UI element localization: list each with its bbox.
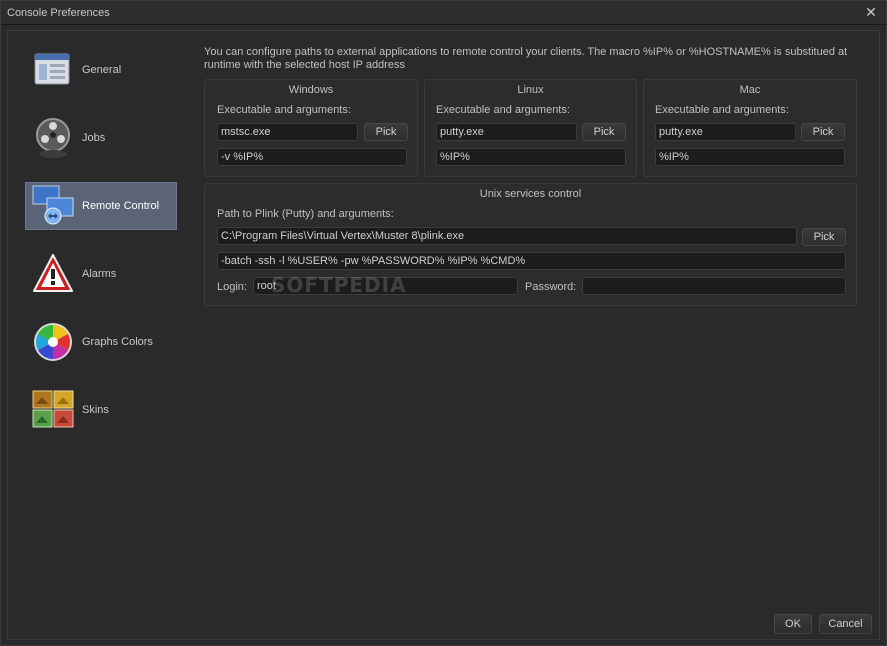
linux-group: Linux Executable and arguments: putty.ex… [424,79,637,177]
sidebar-item-label: Skins [82,404,109,416]
linux-args-input[interactable]: %IP% [436,148,626,166]
windows-pick-button[interactable]: Pick [364,123,408,141]
skins-icon [30,387,76,433]
color-wheel-icon [30,319,76,365]
linux-exe-input[interactable]: putty.exe [436,123,577,141]
category-sidebar: General Jobs Remote Control Alarms Graph… [25,46,177,454]
mac-group: Mac Executable and arguments: putty.exe … [643,79,857,177]
plink-path-input[interactable]: C:\Program Files\Virtual Vertex\Muster 8… [217,227,797,245]
password-input[interactable] [582,277,846,295]
window-icon [30,47,76,93]
window-title: Console Preferences [7,7,110,19]
mac-args-input[interactable]: %IP% [655,148,845,166]
intro-line-1: You can configure paths to external appl… [204,46,848,58]
plink-pick-button[interactable]: Pick [802,228,846,246]
sidebar-item-jobs[interactable]: Jobs [25,114,177,162]
linux-exe-label: Executable and arguments: [436,104,570,116]
windows-exe-label: Executable and arguments: [217,104,351,116]
softpedia-watermark: SOFTPEDIA [271,273,407,297]
unix-group-title: Unix services control [479,188,582,200]
sidebar-item-remote-control[interactable]: Remote Control [25,182,177,230]
title-bar[interactable]: Console Preferences ✕ [1,1,886,25]
sidebar-item-label: Remote Control [82,200,160,212]
mac-exe-input[interactable]: putty.exe [655,123,796,141]
sidebar-item-alarms[interactable]: Alarms [25,250,177,298]
close-icon[interactable]: ✕ [864,5,878,19]
sidebar-item-general[interactable]: General [25,46,177,94]
windows-group-title: Windows [288,84,334,96]
intro-text: You can configure paths to external appl… [204,46,858,72]
sidebar-item-skins[interactable]: Skins [25,386,177,434]
sidebar-item-label: Jobs [82,132,106,144]
ok-button[interactable]: OK [774,614,812,634]
preferences-panel: General Jobs Remote Control Alarms Graph… [7,30,880,640]
network-icon [30,183,76,229]
sidebar-item-graphs-colors[interactable]: Graphs Colors [25,318,177,366]
warning-icon [30,251,76,297]
password-label: Password: [525,281,577,293]
mac-group-title: Mac [739,84,761,96]
windows-exe-input[interactable]: mstsc.exe [217,123,358,141]
preferences-window: Console Preferences ✕ General Jobs Remot… [0,0,887,646]
film-reel-icon [30,115,76,161]
sidebar-item-label: Graphs Colors [82,336,153,348]
linux-pick-button[interactable]: Pick [582,123,626,141]
plink-args-input[interactable]: -batch -ssh -l %USER% -pw %PASSWORD% %IP… [217,252,846,270]
sidebar-item-label: General [82,64,122,76]
windows-args-input[interactable]: -v %IP% [217,148,407,166]
login-label: Login: [217,281,247,293]
intro-line-2: runtime with the selected host IP addres… [204,59,405,71]
mac-exe-label: Executable and arguments: [655,104,789,116]
cancel-button[interactable]: Cancel [819,614,872,634]
windows-group: Windows Executable and arguments: mstsc.… [204,79,418,177]
plink-path-label: Path to Plink (Putty) and arguments: [217,208,394,220]
remote-control-content: You can configure paths to external appl… [204,46,858,306]
mac-pick-button[interactable]: Pick [801,123,845,141]
linux-group-title: Linux [517,84,544,96]
sidebar-item-label: Alarms [82,268,117,280]
